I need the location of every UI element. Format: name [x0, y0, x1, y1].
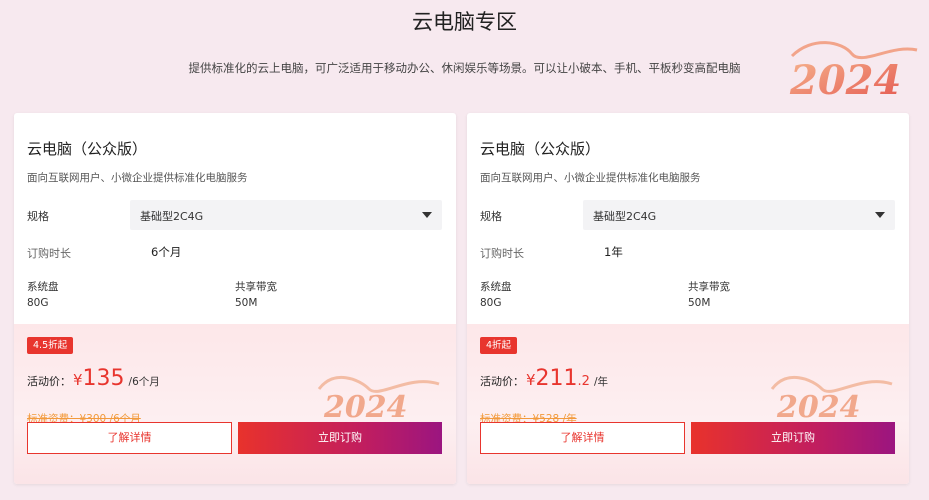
spec-select[interactable]: 基础型2C4G — [583, 200, 895, 230]
activity-price: 活动价： ¥135/6个月 — [27, 366, 160, 391]
attr-label: 系统盘 — [480, 281, 512, 293]
price-amount: 135 — [82, 366, 125, 391]
spec-label: 规格 — [480, 210, 502, 223]
attr-value: 80G — [27, 297, 49, 309]
attr-label: 共享带宽 — [688, 281, 730, 293]
decoration-year: 2024 — [789, 57, 901, 104]
price-section: 2024 4.5折起 活动价： ¥135/6个月 标准资费：¥300 /6个月 了… — [14, 324, 456, 484]
spec-select-value: 基础型2C4G — [593, 210, 657, 223]
bandwidth-attr: 共享带宽 50M — [235, 279, 277, 311]
price-label: 活动价： — [27, 375, 71, 388]
product-card-1-year: 云电脑（公众版） 面向互联网用户、小微企业提供标准化电脑服务 规格 基础型2C4… — [467, 113, 909, 484]
spec-label: 规格 — [27, 210, 49, 223]
product-card-6-months: 云电脑（公众版） 面向互联网用户、小微企业提供标准化电脑服务 规格 基础型2C4… — [14, 113, 456, 484]
discount-badge: 4折起 — [480, 337, 518, 354]
price-unit: /年 — [593, 376, 608, 388]
card-title: 云电脑（公众版） — [480, 140, 601, 158]
bandwidth-attr: 共享带宽 50M — [688, 279, 730, 311]
price-label: 活动价： — [480, 375, 524, 388]
buy-now-button[interactable]: 立即订购 — [238, 422, 442, 454]
card-title: 云电脑（公众版） — [27, 140, 148, 158]
attr-value: 50M — [688, 297, 711, 309]
watermark-year: 2024 — [323, 390, 408, 425]
chevron-down-icon — [875, 212, 885, 218]
dragon-2024-watermark: 2024 — [770, 375, 893, 425]
dragon-2024-decoration: 2024 — [789, 41, 918, 104]
chevron-down-icon — [422, 212, 432, 218]
duration-value: 6个月 — [151, 245, 182, 259]
attr-value: 80G — [480, 297, 502, 309]
duration-label: 订购时长 — [27, 247, 71, 260]
price-currency: ¥ — [73, 371, 83, 389]
discount-badge: 4.5折起 — [27, 337, 74, 354]
system-disk-attr: 系统盘 80G — [27, 279, 59, 311]
duration-value: 1年 — [604, 245, 623, 259]
price-amount: 211 — [535, 366, 578, 391]
attr-label: 共享带宽 — [235, 281, 277, 293]
price-decimal: .2 — [577, 374, 590, 389]
learn-more-button[interactable]: 了解详情 — [480, 422, 685, 454]
attr-value: 50M — [235, 297, 258, 309]
duration-label: 订购时长 — [480, 247, 524, 260]
card-description: 面向互联网用户、小微企业提供标准化电脑服务 — [480, 172, 701, 184]
system-disk-attr: 系统盘 80G — [480, 279, 512, 311]
watermark-year: 2024 — [776, 390, 861, 425]
buy-now-button[interactable]: 立即订购 — [691, 422, 895, 454]
spec-select[interactable]: 基础型2C4G — [130, 200, 442, 230]
card-description: 面向互联网用户、小微企业提供标准化电脑服务 — [27, 172, 248, 184]
attr-label: 系统盘 — [27, 281, 59, 293]
price-currency: ¥ — [526, 371, 536, 389]
dragon-2024-watermark: 2024 — [317, 375, 440, 425]
price-section: 2024 4折起 活动价： ¥211.2/年 标准资费：¥528 /年 了解详情 … — [467, 324, 909, 484]
activity-price: 活动价： ¥211.2/年 — [480, 366, 608, 391]
spec-select-value: 基础型2C4G — [140, 210, 204, 223]
learn-more-button[interactable]: 了解详情 — [27, 422, 232, 454]
page-title: 云电脑专区 — [412, 10, 517, 34]
price-unit: /6个月 — [128, 376, 160, 388]
